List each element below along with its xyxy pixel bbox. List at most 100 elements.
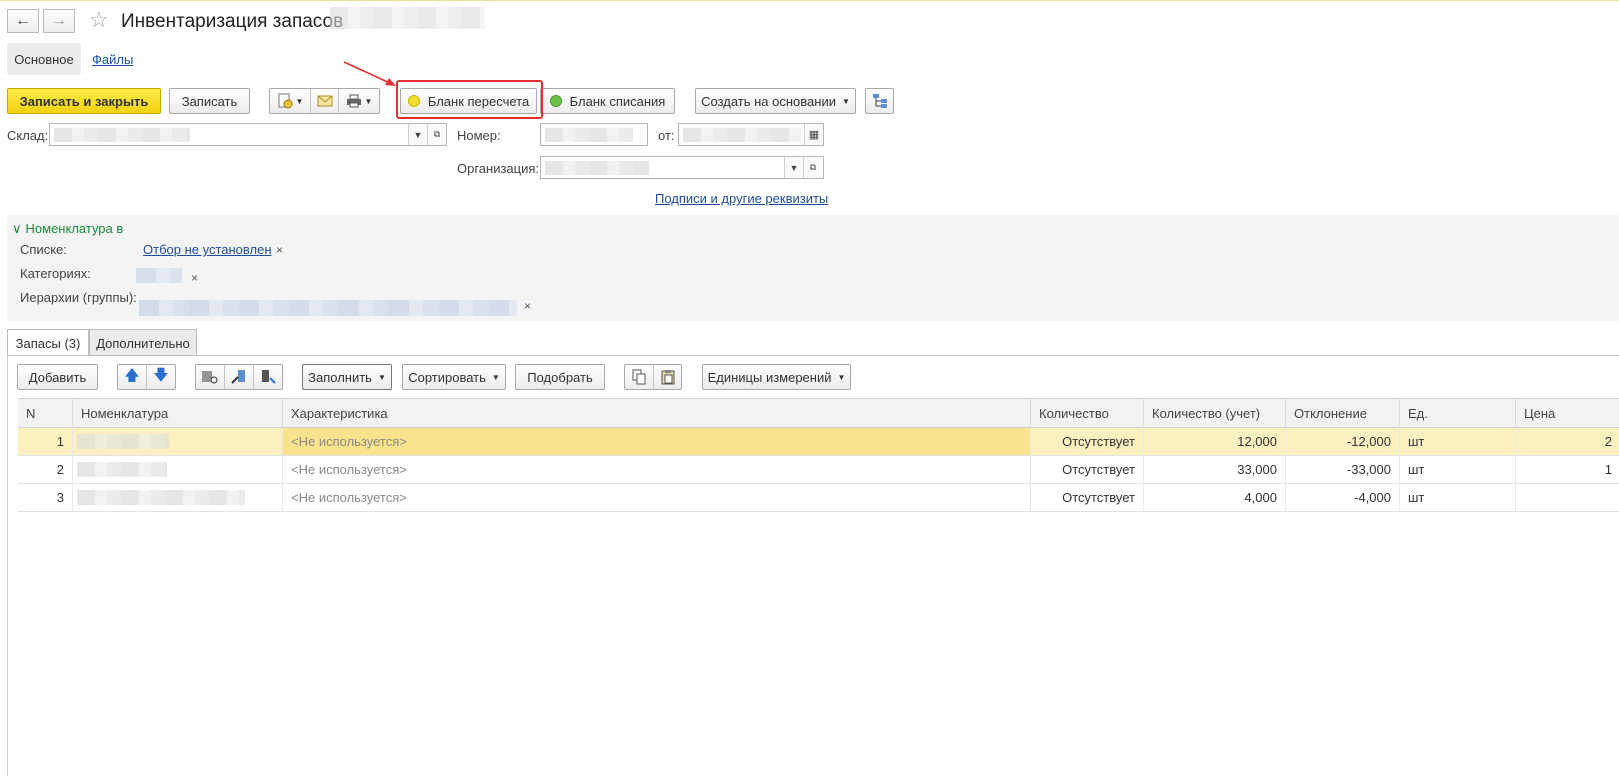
writeoff-form-button[interactable]: Бланк списания bbox=[540, 88, 675, 114]
quantity-accounting-cell: 12,000 bbox=[1144, 428, 1286, 455]
signatures-link[interactable]: Подписи и другие реквизиты bbox=[655, 191, 828, 206]
red-arrow-annotation bbox=[343, 61, 396, 86]
tab-stock[interactable]: Запасы (3) bbox=[7, 329, 89, 356]
green-circle-icon bbox=[549, 95, 562, 107]
save-close-button[interactable]: Записать и закрыть bbox=[7, 88, 161, 114]
sort-label: Сортировать bbox=[408, 369, 486, 385]
move-up-button[interactable]: 🡅 bbox=[118, 365, 147, 389]
create-based-label: Создать на основании bbox=[701, 93, 836, 109]
scanner-button[interactable] bbox=[225, 365, 254, 389]
price-cell[interactable]: 2 bbox=[1516, 428, 1619, 455]
clear-lists-icon[interactable]: × bbox=[276, 243, 283, 257]
copy-button[interactable] bbox=[625, 365, 654, 389]
characteristic-cell[interactable]: <Не используется> bbox=[283, 456, 1031, 483]
warehouse-value-redacted bbox=[54, 128, 190, 142]
row-number: 1 bbox=[18, 428, 73, 455]
top-border bbox=[0, 0, 1619, 1]
barcode-search-icon bbox=[202, 371, 218, 384]
table-header: N Номенклатура Характеристика Количество… bbox=[18, 398, 1619, 428]
save-button[interactable]: Записать bbox=[169, 88, 250, 114]
paste-icon bbox=[661, 370, 674, 385]
attach-button[interactable]: ▼ bbox=[270, 89, 311, 113]
fill-label: Заполнить bbox=[308, 369, 372, 385]
create-based-button[interactable]: Создать на основании ▼ bbox=[695, 88, 856, 114]
number-field[interactable] bbox=[540, 123, 648, 146]
lists-filter-link[interactable]: Отбор не установлен bbox=[143, 242, 272, 257]
filter-title-label: Номенклатура в bbox=[25, 221, 124, 236]
nomenclature-cell[interactable] bbox=[73, 484, 283, 511]
date-value-redacted bbox=[683, 128, 801, 142]
price-cell[interactable] bbox=[1516, 484, 1619, 511]
characteristic-cell[interactable]: <Не используется> bbox=[283, 428, 1031, 455]
col-unit[interactable]: Ед. bbox=[1400, 399, 1516, 428]
open-icon[interactable]: ⧉ bbox=[427, 124, 446, 145]
subtab-main[interactable]: Основное bbox=[7, 43, 81, 75]
quantity-cell[interactable]: Отсутствует bbox=[1031, 456, 1144, 483]
categories-label: Категориях: bbox=[20, 266, 91, 281]
back-button[interactable]: ← bbox=[7, 9, 39, 33]
chevron-down-icon: ∨ bbox=[12, 221, 22, 236]
filter-title[interactable]: ∨ Номенклатура в bbox=[12, 221, 123, 237]
move-down-button[interactable]: 🡇 bbox=[147, 365, 175, 389]
clipboard-group bbox=[624, 364, 682, 390]
nomenclature-redacted bbox=[77, 462, 167, 477]
structure-button[interactable] bbox=[865, 88, 894, 114]
barcode-search-button[interactable] bbox=[196, 365, 225, 389]
col-price[interactable]: Цена bbox=[1516, 399, 1619, 428]
clear-hierarchy-icon[interactable]: × bbox=[524, 299, 531, 313]
table-row[interactable]: 3 <Не используется> Отсутствует 4,000 -4… bbox=[18, 484, 1619, 512]
characteristic-cell[interactable]: <Не используется> bbox=[283, 484, 1031, 511]
favorite-star-icon[interactable]: ☆ bbox=[89, 7, 109, 33]
col-deviation[interactable]: Отклонение bbox=[1286, 399, 1400, 428]
warehouse-field[interactable]: ▼ ⧉ bbox=[49, 123, 447, 146]
subtab-files[interactable]: Файлы bbox=[92, 52, 133, 67]
forward-button[interactable]: → bbox=[43, 9, 75, 33]
deviation-cell: -12,000 bbox=[1286, 428, 1400, 455]
email-button[interactable] bbox=[311, 89, 339, 113]
clear-categories-icon[interactable]: × bbox=[191, 271, 198, 285]
price-cell[interactable]: 1 bbox=[1516, 456, 1619, 483]
row-number: 3 bbox=[18, 484, 73, 511]
quantity-cell[interactable]: Отсутствует bbox=[1031, 428, 1144, 455]
col-nomenclature[interactable]: Номенклатура bbox=[73, 399, 283, 428]
date-field[interactable]: ▦ bbox=[678, 123, 824, 146]
col-characteristic[interactable]: Характеристика bbox=[283, 399, 1031, 428]
units-label: Единицы измерений bbox=[707, 369, 832, 385]
tab-additional[interactable]: Дополнительно bbox=[89, 329, 197, 356]
page-title: Инвентаризация запасов bbox=[121, 11, 344, 32]
units-button[interactable]: Единицы измерений ▼ bbox=[702, 364, 851, 390]
panel-left-border bbox=[7, 356, 8, 776]
chevron-down-icon: ▼ bbox=[377, 372, 386, 382]
table-row[interactable]: 2 <Не используется> Отсутствует 33,000 -… bbox=[18, 456, 1619, 484]
paste-button[interactable] bbox=[654, 365, 681, 389]
unit-cell[interactable]: шт bbox=[1400, 428, 1516, 455]
fill-button[interactable]: Заполнить ▼ bbox=[302, 364, 392, 390]
col-n[interactable]: N bbox=[18, 399, 73, 428]
pick-button[interactable]: Подобрать bbox=[515, 364, 605, 390]
quantity-cell[interactable]: Отсутствует bbox=[1031, 484, 1144, 511]
organization-field[interactable]: ▼ ⧉ bbox=[540, 156, 824, 179]
data-collection-button[interactable] bbox=[254, 365, 282, 389]
add-button[interactable]: Добавить bbox=[17, 364, 98, 390]
print-button[interactable]: ▼ bbox=[339, 89, 379, 113]
col-quantity-accounting[interactable]: Количество (учет) bbox=[1144, 399, 1286, 428]
nomenclature-cell[interactable] bbox=[73, 428, 283, 455]
nomenclature-cell[interactable] bbox=[73, 456, 283, 483]
tab-divider bbox=[7, 355, 1619, 356]
sort-button[interactable]: Сортировать ▼ bbox=[402, 364, 506, 390]
calendar-icon[interactable]: ▦ bbox=[804, 124, 823, 145]
deviation-cell: -4,000 bbox=[1286, 484, 1400, 511]
deviation-cell: -33,000 bbox=[1286, 456, 1400, 483]
chevron-down-icon: ▼ bbox=[837, 372, 846, 382]
unit-cell[interactable]: шт bbox=[1400, 484, 1516, 511]
dropdown-icon[interactable]: ▼ bbox=[408, 124, 427, 145]
dropdown-icon[interactable]: ▼ bbox=[784, 157, 803, 178]
arrow-up-icon: 🡅 bbox=[124, 366, 140, 384]
unit-cell[interactable]: шт bbox=[1400, 456, 1516, 483]
nomenclature-redacted bbox=[77, 434, 169, 449]
col-quantity[interactable]: Количество bbox=[1031, 399, 1144, 428]
table-row[interactable]: 1 <Не используется> Отсутствует 12,000 -… bbox=[18, 428, 1619, 456]
organization-label: Организация: bbox=[457, 161, 540, 176]
open-icon[interactable]: ⧉ bbox=[803, 157, 822, 178]
arrow-left-icon: ← bbox=[15, 12, 31, 29]
